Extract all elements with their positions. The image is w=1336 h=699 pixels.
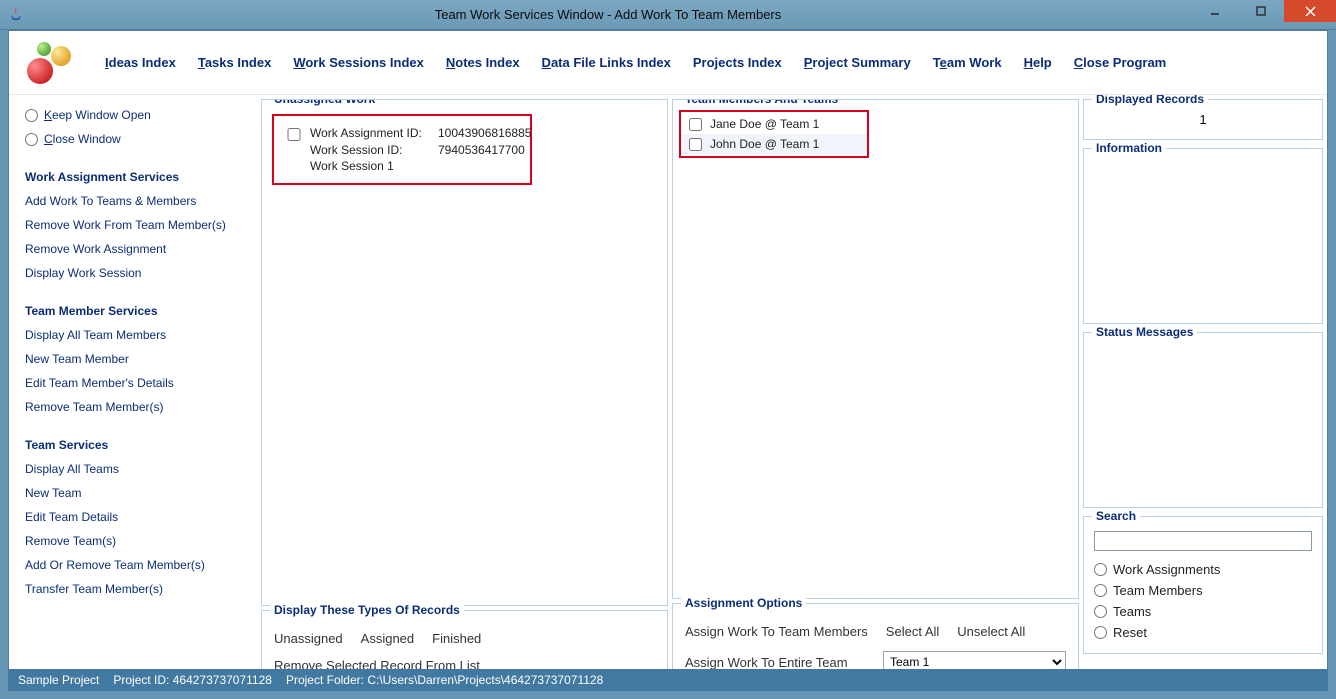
link-edit-member-details[interactable]: Edit Team Member's Details: [25, 373, 251, 393]
member-name: Jane Doe @ Team 1: [710, 117, 819, 131]
member-name: John Doe @ Team 1: [710, 137, 819, 151]
legend-information: Information: [1092, 141, 1166, 155]
status-project-id: Project ID: 464273737071128: [113, 673, 272, 687]
search-opt-reset[interactable]: Reset: [1094, 622, 1312, 643]
menu-tasks-index[interactable]: Tasks Index: [198, 55, 271, 70]
close-button[interactable]: [1284, 0, 1336, 22]
link-edit-team-details[interactable]: Edit Team Details: [25, 507, 251, 527]
search-opt-team-members[interactable]: Team Members: [1094, 580, 1312, 601]
status-project-folder: Project Folder: C:\Users\Darren\Projects…: [286, 673, 603, 687]
action-select-all[interactable]: Select All: [886, 624, 939, 639]
menu-team-work[interactable]: Team Work: [933, 55, 1002, 70]
link-remove-work-from-member[interactable]: Remove Work From Team Member(s): [25, 215, 251, 235]
link-add-or-remove-member[interactable]: Add Or Remove Team Member(s): [25, 555, 251, 575]
information-content: [1094, 163, 1312, 313]
link-display-all-teams[interactable]: Display All Teams: [25, 459, 251, 479]
action-assign-to-members[interactable]: Assign Work To Team Members: [685, 624, 868, 639]
sidebar-header-team-member: Team Member Services: [25, 301, 251, 321]
work-assignment-id-value: 10043906816885: [438, 126, 531, 140]
search-opt-work-assignments[interactable]: Work Assignments: [1094, 559, 1312, 580]
member-row[interactable]: John Doe @ Team 1: [681, 134, 867, 154]
members-column: Team Members And Teams Jane Doe @ Team 1…: [672, 99, 1079, 690]
minimize-button[interactable]: [1192, 0, 1238, 22]
title-bar: Team Work Services Window - Add Work To …: [0, 0, 1336, 30]
action-unselect-all[interactable]: Unselect All: [957, 624, 1025, 639]
client-area: Ideas Index Tasks Index Work Sessions In…: [8, 30, 1328, 691]
legend-assignment-options: Assignment Options: [681, 596, 806, 610]
link-remove-work-assignment[interactable]: Remove Work Assignment: [25, 239, 251, 259]
radio-close-window[interactable]: Close Window: [25, 129, 251, 149]
window-title: Team Work Services Window - Add Work To …: [24, 7, 1192, 22]
search-input[interactable]: [1094, 531, 1312, 551]
filter-finished[interactable]: Finished: [432, 631, 481, 646]
radio-keep-window-open[interactable]: Keep Window Open: [25, 105, 251, 125]
right-column: Displayed Records 1 Information Status M…: [1083, 99, 1323, 690]
menu-project-summary[interactable]: Project Summary: [804, 55, 911, 70]
link-remove-teams[interactable]: Remove Team(s): [25, 531, 251, 551]
menu-close-program[interactable]: Close Program: [1074, 55, 1166, 70]
menu-work-sessions[interactable]: Work Sessions Index: [293, 55, 424, 70]
menu-bar: Ideas Index Tasks Index Work Sessions In…: [9, 31, 1327, 95]
filter-assigned[interactable]: Assigned: [361, 631, 414, 646]
members-highlight-box: Jane Doe @ Team 1 John Doe @ Team 1: [679, 110, 869, 158]
action-assign-to-entire-team[interactable]: Assign Work To Entire Team: [685, 655, 865, 670]
menu-ideas-index[interactable]: Ideas Index: [105, 55, 176, 70]
legend-displayed-records: Displayed Records: [1092, 95, 1208, 106]
work-session-id-value: 7940536417700: [438, 143, 531, 157]
member-checkbox[interactable]: [689, 118, 702, 131]
legend-search: Search: [1092, 509, 1140, 523]
link-display-all-members[interactable]: Display All Team Members: [25, 325, 251, 345]
center-column: Unassigned Work Work Assignment ID: 1004…: [261, 99, 668, 690]
status-bar: Sample Project Project ID: 4642737370711…: [8, 669, 1328, 691]
group-search: Search Work Assignments Team Members Tea…: [1083, 516, 1323, 654]
member-row[interactable]: Jane Doe @ Team 1: [681, 114, 867, 134]
status-messages-content: [1094, 347, 1312, 497]
maximize-button[interactable]: [1238, 0, 1284, 22]
sidebar-header-team-services: Team Services: [25, 435, 251, 455]
legend-display-types: Display These Types Of Records: [270, 603, 464, 617]
menu-data-file-links[interactable]: Data File Links Index: [542, 55, 671, 70]
link-new-team[interactable]: New Team: [25, 483, 251, 503]
filter-unassigned[interactable]: Unassigned: [274, 631, 343, 646]
group-information: Information: [1083, 148, 1323, 324]
work-item[interactable]: Work Assignment ID: 10043906816885 Work …: [272, 114, 532, 185]
displayed-records-value: 1: [1094, 110, 1312, 129]
work-item-checkbox[interactable]: [286, 128, 302, 141]
menu-notes-index[interactable]: Notes Index: [446, 55, 520, 70]
link-new-team-member[interactable]: New Team Member: [25, 349, 251, 369]
menu-help[interactable]: Help: [1024, 55, 1052, 70]
legend-team-members: Team Members And Teams: [681, 99, 842, 106]
group-displayed-records: Displayed Records 1: [1083, 99, 1323, 140]
sidebar-header-work-assignment: Work Assignment Services: [25, 167, 251, 187]
app-logo: [21, 42, 75, 84]
member-checkbox[interactable]: [689, 138, 702, 151]
group-team-members: Team Members And Teams Jane Doe @ Team 1…: [672, 99, 1079, 599]
window-controls: [1192, 0, 1336, 29]
java-icon: [8, 7, 24, 23]
link-display-work-session[interactable]: Display Work Session: [25, 263, 251, 283]
link-transfer-members[interactable]: Transfer Team Member(s): [25, 579, 251, 599]
legend-status-messages: Status Messages: [1092, 325, 1197, 339]
work-session-name: Work Session 1: [310, 159, 430, 173]
link-remove-team-members[interactable]: Remove Team Member(s): [25, 397, 251, 417]
sidebar: Keep Window Open Close Window Work Assig…: [13, 99, 257, 690]
menu-projects-index[interactable]: Projects Index: [693, 55, 782, 70]
group-status-messages: Status Messages: [1083, 332, 1323, 508]
status-project-name: Sample Project: [18, 673, 99, 687]
main-area: Keep Window Open Close Window Work Assig…: [9, 95, 1327, 690]
work-session-id-label: Work Session ID:: [310, 143, 430, 157]
link-add-work-to-teams[interactable]: Add Work To Teams & Members: [25, 191, 251, 211]
group-unassigned-work: Unassigned Work Work Assignment ID: 1004…: [261, 99, 668, 606]
search-opt-teams[interactable]: Teams: [1094, 601, 1312, 622]
work-assignment-id-label: Work Assignment ID:: [310, 126, 430, 140]
legend-unassigned-work: Unassigned Work: [270, 99, 379, 106]
